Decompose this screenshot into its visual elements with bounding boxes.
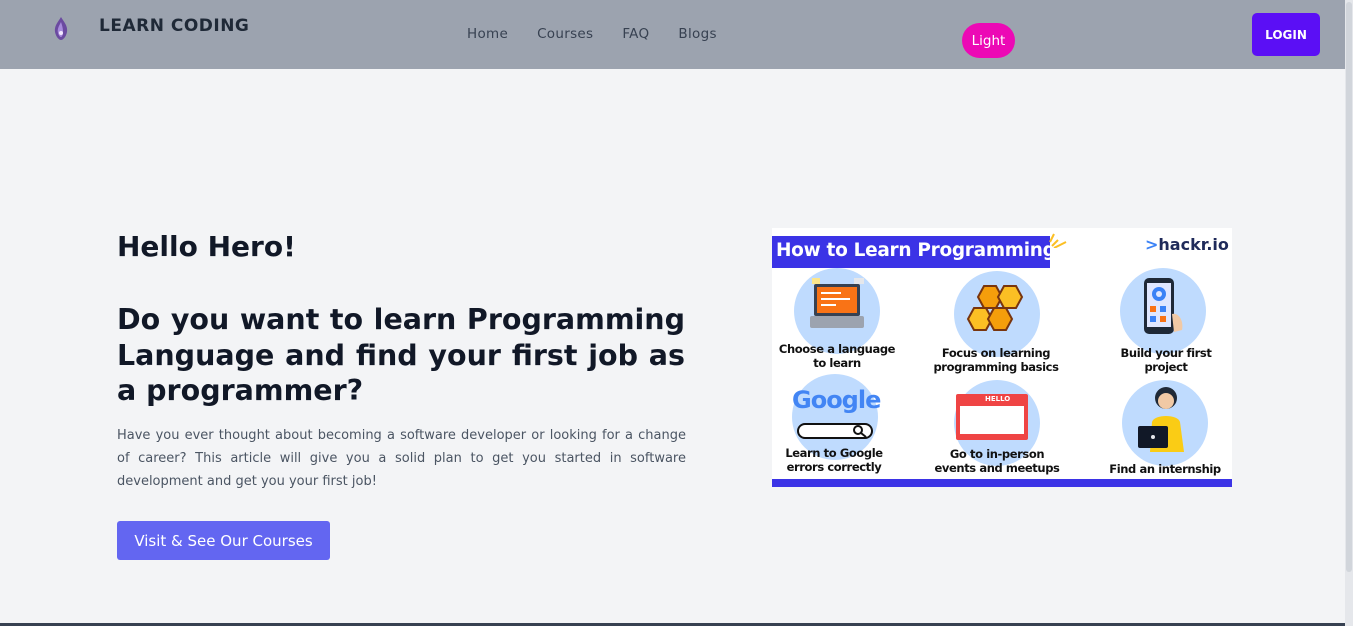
nav-links: Home Courses FAQ Blogs	[467, 26, 746, 42]
brand-name[interactable]: LEARN CODING	[99, 16, 249, 36]
theme-toggle-button[interactable]: Light	[962, 23, 1015, 58]
hackr-logo: >hackr.io	[1145, 235, 1229, 254]
step-caption: Go to in-person events and meetups	[934, 447, 1060, 475]
nav-link-home[interactable]: Home	[467, 26, 508, 42]
how-to-learn-programming-image: How to Learn Programming >hackr.io Choos…	[772, 228, 1232, 487]
hello-badge-text: HELLO	[985, 395, 1011, 403]
login-button[interactable]: LOGIN	[1252, 13, 1320, 56]
search-bar-icon	[797, 423, 873, 439]
google-word: Google	[792, 386, 881, 414]
hero-greeting: Hello Hero!	[117, 230, 296, 263]
infographic-title: How to Learn Programming	[776, 240, 1056, 261]
step-caption: Learn to Google errors correctly	[785, 446, 883, 474]
infographic-bottom-bar	[772, 479, 1232, 487]
sparkle-icon	[1049, 233, 1067, 248]
step-caption: Find an internship	[1109, 462, 1221, 476]
nav-link-faq[interactable]: FAQ	[622, 26, 649, 42]
step-caption: Choose a language to learn	[778, 342, 896, 370]
step-caption: Build your first project	[1120, 346, 1212, 374]
step-caption: Focus on learning programming basics	[933, 346, 1059, 374]
hero-title: Do you want to learn Programming Languag…	[117, 303, 685, 407]
hero-description: Have you ever thought about becoming a s…	[117, 428, 686, 489]
scrollbar-thumb[interactable]	[1346, 2, 1352, 572]
nav-link-blogs[interactable]: Blogs	[678, 26, 716, 42]
laptop-code-icon	[810, 278, 864, 328]
hexagon-code-icon	[966, 285, 1024, 331]
top-navbar: LEARN CODING Home Courses FAQ Blogs Ligh…	[0, 0, 1345, 69]
nav-link-courses[interactable]: Courses	[537, 26, 593, 42]
phone-gear-icon	[1144, 278, 1183, 334]
visit-courses-button[interactable]: Visit & See Our Courses	[117, 521, 330, 560]
person-laptop-icon	[1138, 387, 1184, 452]
logo-icon[interactable]	[50, 16, 72, 42]
